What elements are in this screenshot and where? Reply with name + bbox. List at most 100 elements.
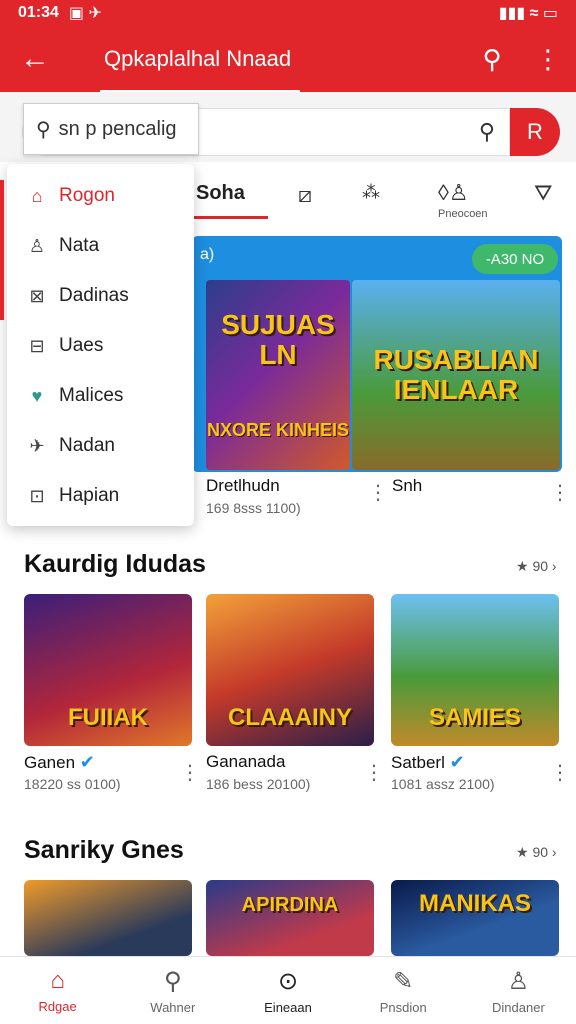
menu-item-updates[interactable]: ⊟ Uaes xyxy=(7,321,194,371)
game-art-title: APIRDINA xyxy=(241,894,339,916)
game-name: Ganen xyxy=(24,753,76,772)
app-title: Qpkaplalhal Nnaad xyxy=(70,46,464,92)
home-icon: ⌂ xyxy=(50,967,65,994)
menu-item-label: Dadinas xyxy=(59,285,129,306)
menu-item-label: Nata xyxy=(59,235,100,256)
game-title[interactable]: Gananada xyxy=(206,752,285,772)
search-input-value: sn p pencalig xyxy=(58,117,177,140)
game-thumbnail[interactable] xyxy=(24,880,192,956)
search-bar[interactable]: ⚲ sn p pencalig ⚲ xyxy=(22,103,510,156)
nav-search[interactable]: ⚲ Wahner xyxy=(115,957,230,1024)
search-icon[interactable]: ⚲ xyxy=(479,119,495,145)
game-subtitle: 1081 assz 2100) xyxy=(391,776,495,792)
search-button[interactable]: R xyxy=(510,108,560,156)
status-right-icons: ▮▮▮ ≈ ▭ xyxy=(498,5,558,22)
game-thumbnail[interactable]: APIRDINA xyxy=(206,880,374,956)
heart-shield-icon: ♥ xyxy=(31,385,43,406)
search-icon: ⚲ xyxy=(164,967,182,995)
game-thumbnail[interactable]: FUIIAK xyxy=(24,594,192,746)
box-icon: ⊡ xyxy=(29,485,45,506)
menu-item-label: Uaes xyxy=(59,335,104,356)
tab-active[interactable]: Soha xyxy=(188,182,268,219)
menu-item-profile[interactable]: ♙ Nata xyxy=(7,221,194,271)
game-name: Gananada xyxy=(206,752,286,771)
verified-check-icon: ✔ xyxy=(449,752,465,772)
bag-icon: ⊙ xyxy=(277,967,299,995)
search-input[interactable]: ⚲ sn p pencalig xyxy=(23,103,199,155)
box-minus-icon: ⊟ xyxy=(29,335,45,356)
banner-corner-label: a) xyxy=(200,246,215,263)
featured-card-1-title[interactable]: Dretlhudn xyxy=(206,476,280,496)
filter-icon[interactable]: ⛛ xyxy=(534,180,552,206)
nav-store[interactable]: ⊙ Eineaan xyxy=(230,957,345,1024)
game-thumbnail[interactable]: CLAAAINY xyxy=(206,594,374,746)
menu-item-label: Malices xyxy=(59,385,124,406)
nav-label: Wahner xyxy=(150,999,196,1015)
nav-label: Pnsdion xyxy=(379,999,427,1015)
section-title: Sanriky Gnes xyxy=(24,836,184,864)
featured-game-2-art-title: RUSABLIAN IENLAAR xyxy=(373,344,539,405)
game-art-title: MANIKAS xyxy=(419,890,531,917)
status-time: 01:34 xyxy=(18,4,59,21)
menu-accent-bar xyxy=(0,180,4,320)
featured-game-image-1[interactable]: SUJUAS LN NXORE KINHEIS xyxy=(206,280,350,470)
tab-extra-label: Pneocoen xyxy=(438,208,488,220)
dropdown-menu: ⌂ Rogon ♙ Nata ⊠ Dadinas ⊟ Uaes ♥ Malice… xyxy=(0,164,194,526)
plane-icon: ✈ xyxy=(29,435,45,456)
home-icon: ⌂ xyxy=(31,185,43,206)
featured-banner[interactable]: a) -A30 NO SUJUAS LN NXORE KINHEIS RUSAB… xyxy=(192,236,562,472)
game-subtitle: 186 bess 20100) xyxy=(206,776,311,792)
more-options-icon[interactable]: ⋮ xyxy=(550,760,570,785)
box-x-icon: ⊠ xyxy=(29,285,45,306)
person-icon: ♙ xyxy=(28,235,46,256)
menu-item-travel[interactable]: ✈ Nadan xyxy=(7,421,194,471)
nav-home[interactable]: ⌂ Rdgae xyxy=(0,957,115,1024)
grid-icon[interactable]: ⁂ xyxy=(362,182,380,203)
featured-game-image-2[interactable]: RUSABLIAN IENLAAR xyxy=(352,280,560,470)
more-options-icon[interactable]: ⋮ xyxy=(550,480,570,505)
game-art-title: CLAAAINY xyxy=(228,704,352,731)
game-title[interactable]: Satberl ✔ xyxy=(391,752,465,773)
status-left-icons: ▣ ✈ xyxy=(68,5,102,22)
featured-card-2-title[interactable]: Snh xyxy=(392,476,422,496)
menu-item-favorites[interactable]: ♥ Malices xyxy=(7,371,194,421)
game-art-title: SAMIES xyxy=(428,704,521,731)
see-all-link[interactable]: ★ 90 › xyxy=(516,558,557,575)
nav-label: Rdgae xyxy=(38,999,77,1014)
game-title[interactable]: Ganen ✔ xyxy=(24,752,95,773)
menu-item-label: Rogon xyxy=(59,185,115,206)
banner-badge[interactable]: -A30 NO xyxy=(472,244,558,274)
bottom-navigation: ⌂ Rdgae ⚲ Wahner ⊙ Eineaan ✎ Pnsdion ♙ D… xyxy=(0,956,576,1024)
nav-profile[interactable]: ♙ Dindaner xyxy=(461,957,576,1024)
more-options-icon[interactable]: ⋮ xyxy=(368,480,388,505)
game-name: Satberl xyxy=(391,753,445,772)
game-thumbnail[interactable]: MANIKAS xyxy=(391,880,559,956)
menu-item-help[interactable]: ⊡ Hapian xyxy=(7,471,194,521)
nav-label: Dindaner xyxy=(492,999,545,1015)
more-options-icon[interactable]: ⋮ xyxy=(364,760,384,785)
menu-item-dashboard[interactable]: ⊠ Dadinas xyxy=(7,271,194,321)
edit-icon: ✎ xyxy=(393,967,414,995)
featured-card-1-sub: 169 8sss 1100) xyxy=(206,500,301,516)
game-subtitle: 18220 ss 0100) xyxy=(24,776,121,792)
featured-game-1-art-title: SUJUAS LN xyxy=(221,308,335,370)
game-art-title: FUIIAK xyxy=(68,704,148,731)
game-thumbnail[interactable]: SAMIES xyxy=(391,594,559,746)
profile-tab-icon[interactable]: ◊♙ xyxy=(438,180,469,206)
nav-edit[interactable]: ✎ Pnsdion xyxy=(346,957,461,1024)
more-options-icon[interactable]: ⋮ xyxy=(520,44,576,75)
search-row: ⚲ sn p pencalig ⚲ R xyxy=(0,92,576,162)
menu-item-home[interactable]: ⌂ Rogon xyxy=(7,171,194,221)
edit-square-icon[interactable]: ⧄ xyxy=(298,182,312,208)
person-icon: ♙ xyxy=(507,967,530,995)
section-title: Kaurdig Idudas xyxy=(24,550,206,578)
nav-label: Eineaan xyxy=(264,999,312,1015)
more-options-icon[interactable]: ⋮ xyxy=(180,760,200,785)
status-bar: 01:34 ▣ ✈ ▮▮▮ ≈ ▭ xyxy=(0,0,576,26)
featured-game-1-art-sub: NXORE KINHEIS xyxy=(206,419,350,440)
see-all-link[interactable]: ★ 90 › xyxy=(516,844,557,861)
menu-item-label: Nadan xyxy=(59,435,115,456)
back-arrow-icon[interactable]: ← xyxy=(0,42,70,76)
profile-icon[interactable]: ⚲ xyxy=(464,44,520,75)
menu-item-label: Hapian xyxy=(59,485,120,506)
